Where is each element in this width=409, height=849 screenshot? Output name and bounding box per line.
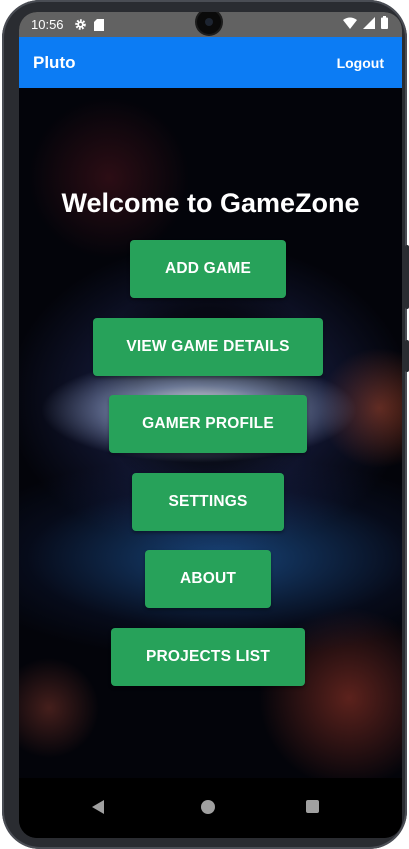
wifi-icon: [343, 17, 357, 29]
welcome-heading: Welcome to GameZone: [61, 188, 360, 218]
recents-icon[interactable]: [306, 800, 319, 813]
device-screen: 10:56 Pluto Logout Welcome to GameZone A…: [19, 12, 402, 838]
home-icon[interactable]: [201, 800, 215, 814]
about-button[interactable]: ABOUT: [145, 550, 271, 608]
app-title: Pluto: [33, 52, 76, 72]
status-bar: 10:56: [19, 12, 402, 37]
power-button: [405, 340, 409, 372]
projects-list-button[interactable]: PROJECTS LIST: [111, 628, 305, 686]
settings-button[interactable]: SETTINGS: [132, 473, 284, 531]
sd-card-icon: [93, 18, 104, 31]
volume-button: [405, 245, 409, 309]
battery-icon: [381, 16, 388, 29]
gamer-profile-button[interactable]: GAMER PROFILE: [109, 395, 307, 453]
app-bar: Pluto Logout: [19, 37, 402, 88]
phone-frame: 10:56 Pluto Logout Welcome to GameZone A…: [2, 0, 409, 849]
view-game-details-button[interactable]: VIEW GAME DETAILS: [93, 318, 323, 376]
status-time: 10:56: [31, 17, 64, 32]
logout-button[interactable]: Logout: [337, 55, 384, 71]
cellular-signal-icon: [363, 16, 375, 29]
add-game-button[interactable]: ADD GAME: [130, 240, 286, 298]
main-content: Welcome to GameZone ADD GAME VIEW GAME D…: [19, 88, 402, 778]
back-icon[interactable]: [92, 800, 104, 814]
system-nav-bar: [19, 778, 402, 838]
gear-icon: [74, 19, 86, 30]
front-camera: [197, 12, 221, 34]
